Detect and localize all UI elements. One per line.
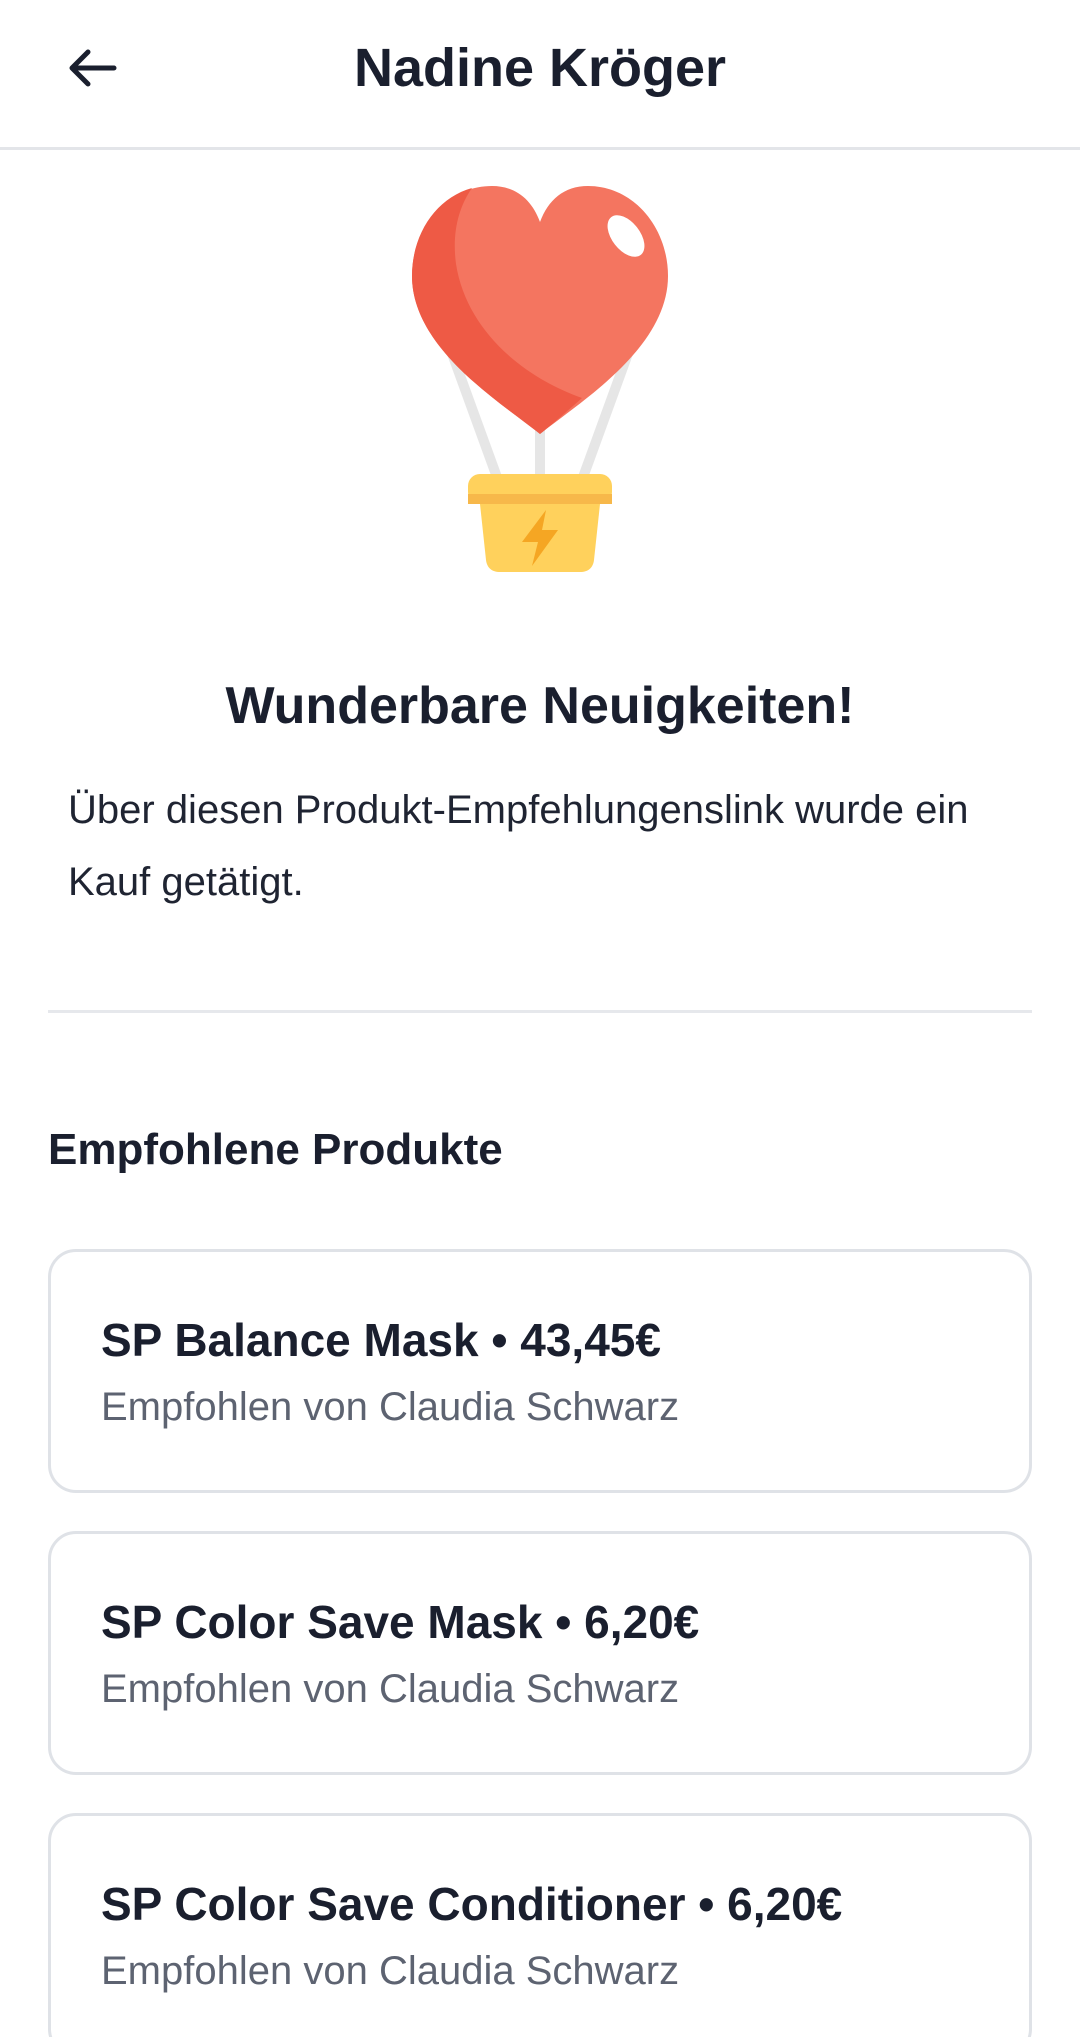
heart-hot-air-balloon-icon	[400, 178, 680, 578]
product-name: SP Color Save Conditioner • 6,20€	[101, 1878, 843, 1930]
product-name: SP Balance Mask • 43,45€	[101, 1314, 661, 1366]
product-list: SP Balance Mask • 43,45€ Empfohlen von C…	[48, 1249, 1032, 2037]
product-recommended-by: Empfohlen von Claudia Schwarz	[101, 1385, 680, 1429]
product-card[interactable]: SP Balance Mask • 43,45€ Empfohlen von C…	[48, 1249, 1032, 1493]
page: Nadine Kröger Wunderbare Neuigkeiten! Üb…	[0, 0, 1080, 2037]
recommended-products-heading: Empfohlene Produkte	[48, 1125, 503, 1174]
announcement-message: Über diesen Produkt-Empfehlungenslink wu…	[68, 788, 969, 904]
product-card[interactable]: SP Color Save Conditioner • 6,20€ Empfoh…	[48, 1813, 1032, 2037]
page-title: Nadine Kröger	[353, 38, 727, 98]
app-header: Nadine Kröger	[0, 0, 1080, 150]
section-divider	[48, 1010, 1032, 1013]
product-name: SP Color Save Mask • 6,20€	[101, 1596, 700, 1648]
product-recommended-by: Empfohlen von Claudia Schwarz	[101, 1949, 680, 1993]
announcement-headline: Wunderbare Neuigkeiten!	[225, 677, 855, 735]
product-card[interactable]: SP Color Save Mask • 6,20€ Empfohlen von…	[48, 1531, 1032, 1775]
product-recommended-by: Empfohlen von Claudia Schwarz	[101, 1667, 680, 1711]
